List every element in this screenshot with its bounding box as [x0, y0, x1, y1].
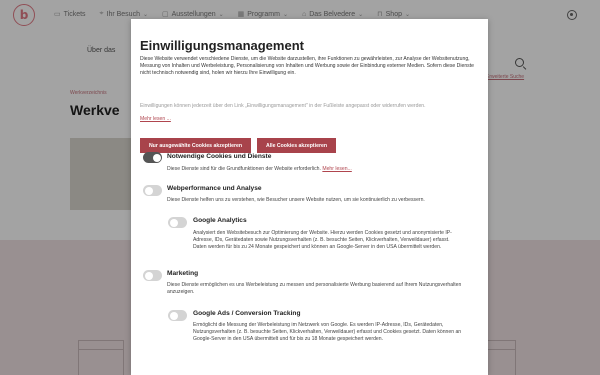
performance-toggle[interactable] [143, 185, 162, 196]
dialog-title: Einwilligungsmanagement [140, 38, 304, 53]
service-title-google-analytics: Google Analytics [193, 217, 247, 224]
accept-selected-button[interactable]: Nur ausgewählte Cookies akzeptieren [140, 138, 251, 153]
service-desc-google-ads: Ermöglicht die Messung der Werbeleistung… [193, 322, 462, 342]
dialog-intro: Diese Website verwendet verschiedene Die… [140, 56, 474, 76]
necessary-read-more-link[interactable]: Mehr lesen... [322, 166, 351, 172]
service-title-google-ads: Google Ads / Conversion Tracking [193, 310, 301, 317]
category-title-performance: Webperformance und Analyse [167, 185, 262, 192]
category-desc-performance: Diese Dienste helfen uns zu verstehen, w… [167, 197, 425, 203]
service-desc-google-analytics: Analysiert den Websitebesuch zur Optimie… [193, 230, 452, 250]
accept-all-button[interactable]: Alle Cookies akzeptieren [257, 138, 336, 153]
read-more-link[interactable]: Mehr lesen ... [140, 116, 171, 122]
category-desc-marketing: Diese Dienste ermöglichen es uns Werbele… [167, 282, 462, 295]
category-title-marketing: Marketing [167, 270, 199, 277]
google-analytics-toggle[interactable] [168, 217, 187, 228]
consent-dialog: Einwilligungsmanagement Diese Website ve… [131, 19, 488, 375]
category-title-necessary: Notwendige Cookies und Dienste [167, 153, 272, 160]
dialog-intro-note: Einwilligungen können jederzeit über den… [140, 103, 426, 109]
marketing-toggle[interactable] [143, 270, 162, 281]
google-ads-toggle[interactable] [168, 310, 187, 321]
necessary-toggle[interactable] [143, 152, 162, 163]
category-desc-necessary: Diese Dienste sind für die Grundfunktion… [167, 166, 352, 172]
